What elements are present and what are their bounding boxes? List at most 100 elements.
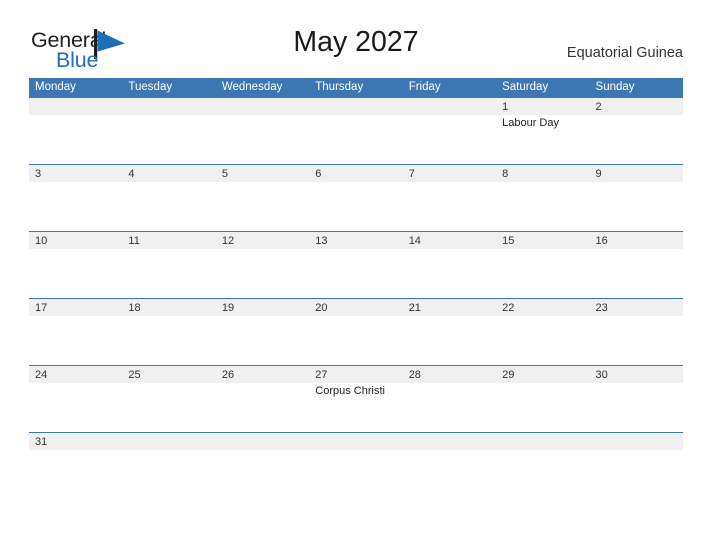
calendar-table: Monday Tuesday Wednesday Thursday Friday… <box>29 78 683 452</box>
calendar-week-row: 10 11 12 13 14 15 16 <box>29 231 683 298</box>
day-number: 22 <box>502 302 515 314</box>
day-number: 13 <box>315 235 328 247</box>
day-number: 18 <box>128 302 141 314</box>
weekday-saturday: Saturday <box>502 81 549 93</box>
weekday-sunday: Sunday <box>595 81 635 93</box>
day-cell[interactable]: 25 <box>122 366 215 398</box>
day-cell[interactable]: 4 <box>122 165 215 183</box>
day-number: 1 <box>502 101 509 113</box>
calendar-week-row: 17 18 19 20 21 22 23 <box>29 298 683 365</box>
weekday-tuesday: Tuesday <box>128 81 173 93</box>
day-number: 27 <box>315 369 328 381</box>
day-cell[interactable]: 21 <box>403 299 496 317</box>
day-cell[interactable]: 17 <box>29 299 122 317</box>
day-number: 19 <box>221 302 235 314</box>
day-cell[interactable] <box>122 98 215 130</box>
day-cell[interactable]: 27 Corpus Christi <box>309 366 402 398</box>
day-number: 6 <box>315 168 322 180</box>
day-number: 21 <box>408 302 421 314</box>
day-cell[interactable]: 20 <box>309 299 402 317</box>
day-cell[interactable] <box>403 433 496 451</box>
day-number: 2 <box>595 101 602 113</box>
day-cell[interactable]: 14 <box>403 232 496 250</box>
calendar-week-row: 1 Labour Day 2 <box>29 97 683 164</box>
day-events: Corpus Christi <box>315 384 402 398</box>
day-number: 11 <box>128 235 140 247</box>
event-label: Corpus Christi <box>315 385 385 397</box>
event-label: Labour Day <box>502 117 559 129</box>
day-cell[interactable] <box>496 433 589 451</box>
weekday-thursday: Thursday <box>315 81 364 93</box>
weekday-friday: Friday <box>408 81 441 93</box>
day-number <box>128 434 215 450</box>
day-cell[interactable]: 30 <box>590 366 683 398</box>
day-number <box>409 99 496 115</box>
day-cell[interactable]: 26 <box>216 366 309 398</box>
day-number <box>409 434 496 450</box>
day-cell[interactable] <box>309 98 402 130</box>
day-number: 16 <box>595 235 608 247</box>
day-number: 24 <box>35 369 48 381</box>
day-number: 31 <box>35 436 48 448</box>
day-number <box>502 434 589 450</box>
day-cell[interactable] <box>590 433 683 451</box>
day-cell[interactable]: 19 <box>216 299 309 317</box>
weekday-wednesday: Wednesday <box>221 81 283 93</box>
day-cell[interactable]: 8 <box>496 165 589 183</box>
day-number: 25 <box>128 369 141 381</box>
calendar-weekday-header: Monday Tuesday Wednesday Thursday Friday… <box>29 78 683 97</box>
day-cell[interactable]: 22 <box>496 299 589 317</box>
day-cell[interactable] <box>403 98 496 130</box>
calendar-week-row: 3 4 5 6 7 8 9 <box>29 164 683 231</box>
day-number <box>222 99 309 115</box>
day-cell[interactable]: 1 Labour Day <box>496 98 589 130</box>
day-cell[interactable] <box>309 433 402 451</box>
day-cell[interactable]: 2 <box>590 98 683 130</box>
day-cell[interactable]: 13 <box>309 232 402 250</box>
day-cell[interactable]: 23 <box>590 299 683 317</box>
day-cell[interactable] <box>216 98 309 130</box>
day-number: 9 <box>595 168 602 180</box>
day-cell[interactable]: 3 <box>29 165 122 183</box>
day-cell[interactable]: 31 <box>29 433 122 451</box>
day-cell[interactable] <box>29 98 122 130</box>
day-cell[interactable]: 28 <box>403 366 496 398</box>
day-cell[interactable]: 9 <box>590 165 683 183</box>
day-cell[interactable]: 12 <box>216 232 309 250</box>
day-number: 23 <box>595 302 608 314</box>
page-header: General Blue May 2027 Equatorial Guinea <box>0 0 712 78</box>
day-number <box>35 99 122 115</box>
calendar-week-row: 24 25 26 27 Corpus Christi 28 29 30 <box>29 365 683 432</box>
day-events: Labour Day <box>502 116 589 130</box>
day-cell[interactable]: 15 <box>496 232 589 250</box>
day-number: 7 <box>408 168 415 180</box>
day-number: 14 <box>408 235 421 247</box>
day-cell[interactable] <box>122 433 215 451</box>
day-cell[interactable] <box>216 433 309 451</box>
day-number: 30 <box>595 369 608 381</box>
day-number: 10 <box>35 235 48 247</box>
day-number: 4 <box>128 168 135 180</box>
day-number: 26 <box>221 369 235 381</box>
day-number <box>128 99 215 115</box>
day-cell[interactable]: 10 <box>29 232 122 250</box>
day-number: 12 <box>221 235 235 247</box>
day-number <box>315 434 402 450</box>
day-number <box>315 99 402 115</box>
day-number: 15 <box>502 235 515 247</box>
day-cell[interactable]: 24 <box>29 366 122 398</box>
day-cell[interactable]: 16 <box>590 232 683 250</box>
day-cell[interactable]: 6 <box>309 165 402 183</box>
day-number: 17 <box>35 302 48 314</box>
weekday-monday: Monday <box>35 81 76 93</box>
day-number: 5 <box>221 168 228 180</box>
day-cell[interactable]: 29 <box>496 366 589 398</box>
day-cell[interactable]: 11 <box>122 232 215 250</box>
day-number: 20 <box>315 302 328 314</box>
day-cell[interactable]: 5 <box>216 165 309 183</box>
calendar-week-row: 31 <box>29 432 683 452</box>
day-cell[interactable]: 7 <box>403 165 496 183</box>
day-cell[interactable]: 18 <box>122 299 215 317</box>
day-number: 28 <box>408 369 421 381</box>
day-number <box>596 434 683 450</box>
